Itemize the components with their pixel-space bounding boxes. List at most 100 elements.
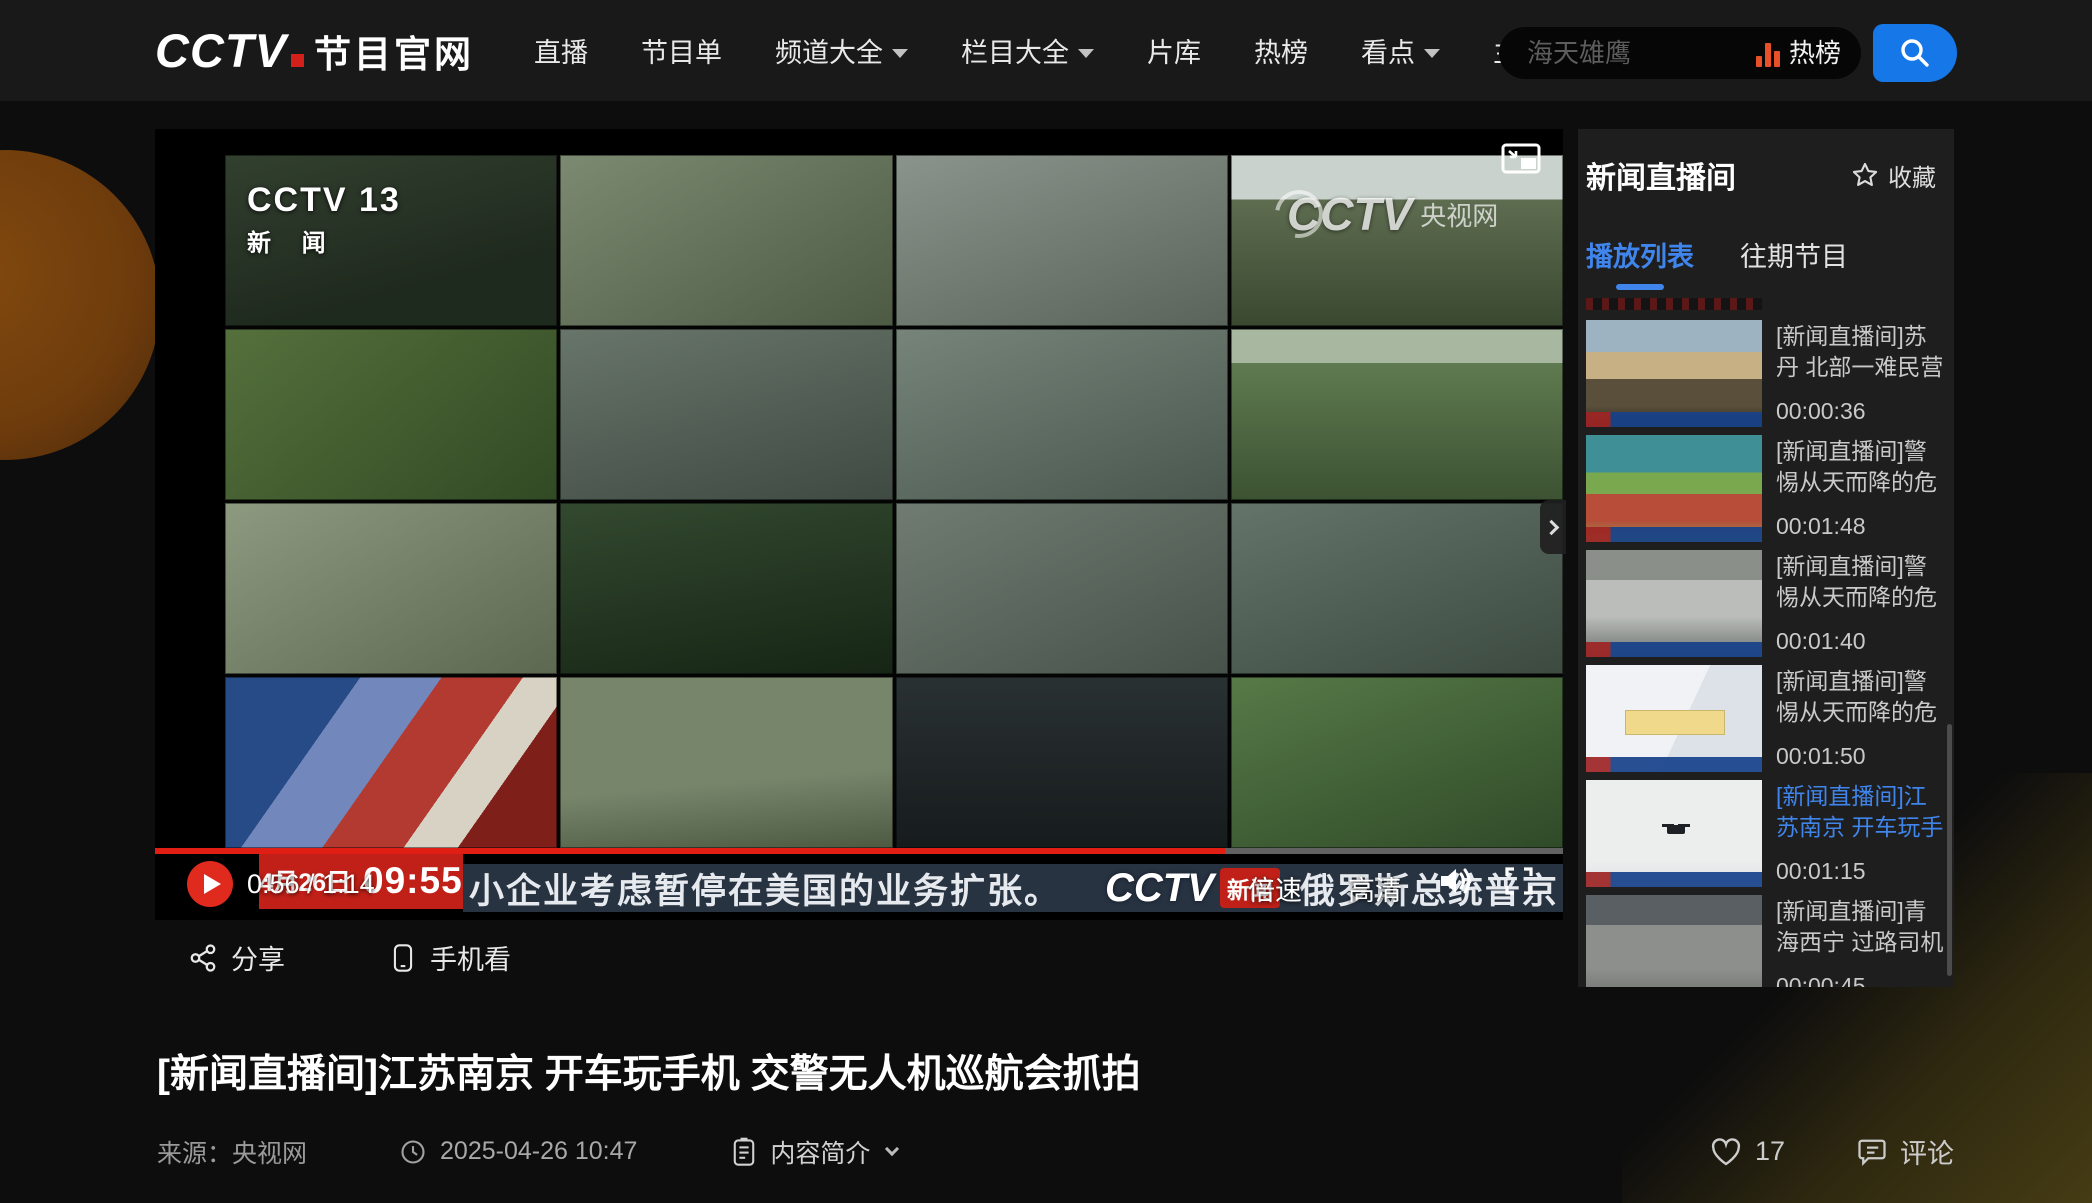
camera-tile: [896, 503, 1228, 674]
playlist-item-duration: 00:00:45: [1776, 973, 1946, 987]
ticker-text-left: 小企业考虑暂停在美国的业务扩张。: [469, 864, 1061, 912]
camera-tile: [896, 155, 1228, 326]
camera-tile: [1231, 503, 1563, 674]
search-box: 热榜: [1499, 27, 1861, 79]
action-row: 分享 手机看: [188, 938, 511, 977]
camera-tile: [560, 503, 892, 674]
tab-past-episodes[interactable]: 往期节目: [1740, 235, 1848, 290]
camera-tile: [225, 329, 557, 500]
star-icon: [1851, 161, 1879, 189]
video-player[interactable]: CCTV 13 新 闻 CCTV 央视网 4月26日 09:55 小企业考虑暂停…: [155, 129, 1563, 920]
video-thumbnail: [1586, 895, 1762, 987]
playlist-item[interactable]: [新闻直播间]警惕从天而降的危险 高空抛物 00:01:50: [1586, 665, 1946, 772]
nav-item-schedule[interactable]: 节目单: [641, 31, 722, 70]
search-input[interactable]: [1527, 38, 1756, 69]
video-thumbnail: [1586, 780, 1762, 887]
chevron-down-icon: [885, 1141, 899, 1155]
playlist-item-duration: 00:01:15: [1776, 858, 1946, 885]
comment-button[interactable]: 评论: [1857, 1132, 1954, 1171]
cctv-watermark: CCTV 央视网: [1275, 187, 1498, 241]
nav-item-library[interactable]: 片库: [1147, 31, 1201, 70]
sidebar-scrollbar[interactable]: [1947, 724, 1952, 976]
camera-tile: [560, 329, 892, 500]
fullscreen-icon: [1503, 865, 1535, 897]
playback-speed-button[interactable]: 倍速: [1248, 869, 1302, 908]
playlist-item[interactable]: [新闻直播间]青海西宁 过路司机气道异物阻 00:00:45: [1586, 895, 1946, 987]
volume-button[interactable]: [1438, 865, 1474, 897]
playlist-item-duration: 00:01:40: [1776, 628, 1946, 655]
like-count: 17: [1755, 1136, 1785, 1167]
progress-bar[interactable]: [155, 848, 1563, 854]
nav-item-columns[interactable]: 栏目大全: [961, 31, 1094, 70]
playlist: [新闻直播间]苏丹 北部一难民营遭无人机 00:00:36 [新闻直播间]警惕从…: [1578, 320, 1954, 987]
picture-in-picture-button[interactable]: [1501, 143, 1541, 177]
cctv-logo-text: CCTV: [155, 23, 287, 78]
nav-item-highlights[interactable]: 看点: [1361, 31, 1440, 70]
picture-in-picture-icon: [1501, 143, 1541, 177]
video-thumbnail: [1586, 665, 1762, 772]
share-icon: [188, 943, 218, 973]
playlist-item-title: [新闻直播间]警惕从天而降的危险 山西晋城: [1776, 551, 1946, 613]
share-button[interactable]: 分享: [188, 938, 285, 977]
playlist-item[interactable]: [新闻直播间]警惕从天而降的危险 山西晋城 00:01:40: [1586, 550, 1946, 657]
heart-icon: [1710, 1137, 1742, 1167]
camera-tile: [1231, 329, 1563, 500]
channel-bug-cctv13: CCTV 13: [247, 181, 401, 220]
site-name: 节目官网: [314, 24, 474, 78]
partial-thumbnail: [1586, 298, 1762, 310]
video-thumbnail: [1586, 320, 1762, 427]
page: { "nav": { "logo": {"cctv": "CCTV", "suf…: [0, 0, 2092, 1203]
search-icon: [1898, 36, 1932, 70]
playlist-sidebar: 新闻直播间 收藏 播放列表 往期节目 [新闻直播间]苏丹 北部一难民营遭无人机 …: [1578, 129, 1954, 987]
nav-item-hot[interactable]: 热榜: [1254, 31, 1308, 70]
watch-on-mobile-button[interactable]: 手机看: [389, 938, 511, 977]
phone-icon: [389, 943, 417, 973]
time-display: 0:56 / 1:14: [247, 869, 375, 900]
sidebar-tabs: 播放列表 往期节目: [1578, 197, 1954, 290]
cctv-logo-dot: [291, 54, 304, 67]
like-button[interactable]: 17: [1710, 1136, 1785, 1167]
quality-button[interactable]: 高清: [1348, 869, 1402, 908]
video-thumbnail: [1586, 435, 1762, 542]
camera-tile: [1231, 677, 1563, 848]
camera-tile: [560, 677, 892, 848]
chevron-down-icon: [1424, 49, 1440, 58]
hot-bars-icon: [1756, 43, 1780, 67]
playlist-item-title: [新闻直播间]青海西宁 过路司机气道异物阻: [1776, 896, 1946, 958]
camera-tile: [225, 503, 557, 674]
playlist-item-title: [新闻直播间]警惕从天而降的危险 高空抛物: [1776, 666, 1946, 728]
video-thumbnail: [1586, 550, 1762, 657]
nav-item-live[interactable]: 直播: [534, 31, 588, 70]
program-title: 新闻直播间: [1586, 153, 1736, 197]
play-icon: [204, 874, 221, 894]
playlist-item-duration: 00:00:36: [1776, 398, 1946, 425]
play-button[interactable]: [187, 861, 233, 907]
playlist-item[interactable]: [新闻直播间]警惕从天而降的危险 湖北宜昌 00:01:48: [1586, 435, 1946, 542]
camera-tile: [896, 677, 1228, 848]
search-button[interactable]: [1873, 24, 1957, 82]
clock-icon: [399, 1138, 427, 1166]
speaker-icon: [1438, 865, 1474, 897]
chevron-down-icon: [892, 49, 908, 58]
camera-tile: [225, 677, 557, 848]
video-meta-row: 来源：央视网 2025-04-26 10:47 内容简介 17 评论: [157, 1132, 1954, 1171]
tab-playlist[interactable]: 播放列表: [1586, 235, 1694, 290]
nav-item-channels[interactable]: 频道大全: [775, 31, 908, 70]
channel-bug: CCTV 13 新 闻: [247, 181, 401, 258]
content-summary-toggle[interactable]: 内容简介: [731, 1134, 897, 1170]
top-navigation-bar: CCTV 节目官网 直播 节目单 频道大全 栏目大全 片库 热榜 看点 主持人 …: [0, 0, 2092, 101]
background-circle-decoration: [0, 150, 160, 460]
playlist-item-title: [新闻直播间]苏丹 北部一难民营遭无人机: [1776, 321, 1946, 383]
playlist-item-duration: 00:01:48: [1776, 513, 1946, 540]
chevron-down-icon: [1078, 49, 1094, 58]
playlist-collapse-toggle[interactable]: [1540, 500, 1566, 554]
favorite-button[interactable]: 收藏: [1851, 158, 1936, 193]
playlist-item-active[interactable]: [新闻直播间]江苏南京 开车玩手机 交警无人 00:01:15: [1586, 780, 1946, 887]
playlist-item-title: [新闻直播间]江苏南京 开车玩手机 交警无人: [1776, 781, 1946, 843]
fullscreen-button[interactable]: [1503, 865, 1535, 897]
channel-bug-news: 新 闻: [247, 223, 401, 258]
sidebar-header: 新闻直播间 收藏: [1578, 129, 1954, 197]
hot-ranking-link[interactable]: 热榜: [1756, 39, 1841, 68]
playlist-item[interactable]: [新闻直播间]苏丹 北部一难民营遭无人机 00:00:36: [1586, 320, 1946, 427]
cctv-logo[interactable]: CCTV 节目官网: [155, 23, 474, 78]
